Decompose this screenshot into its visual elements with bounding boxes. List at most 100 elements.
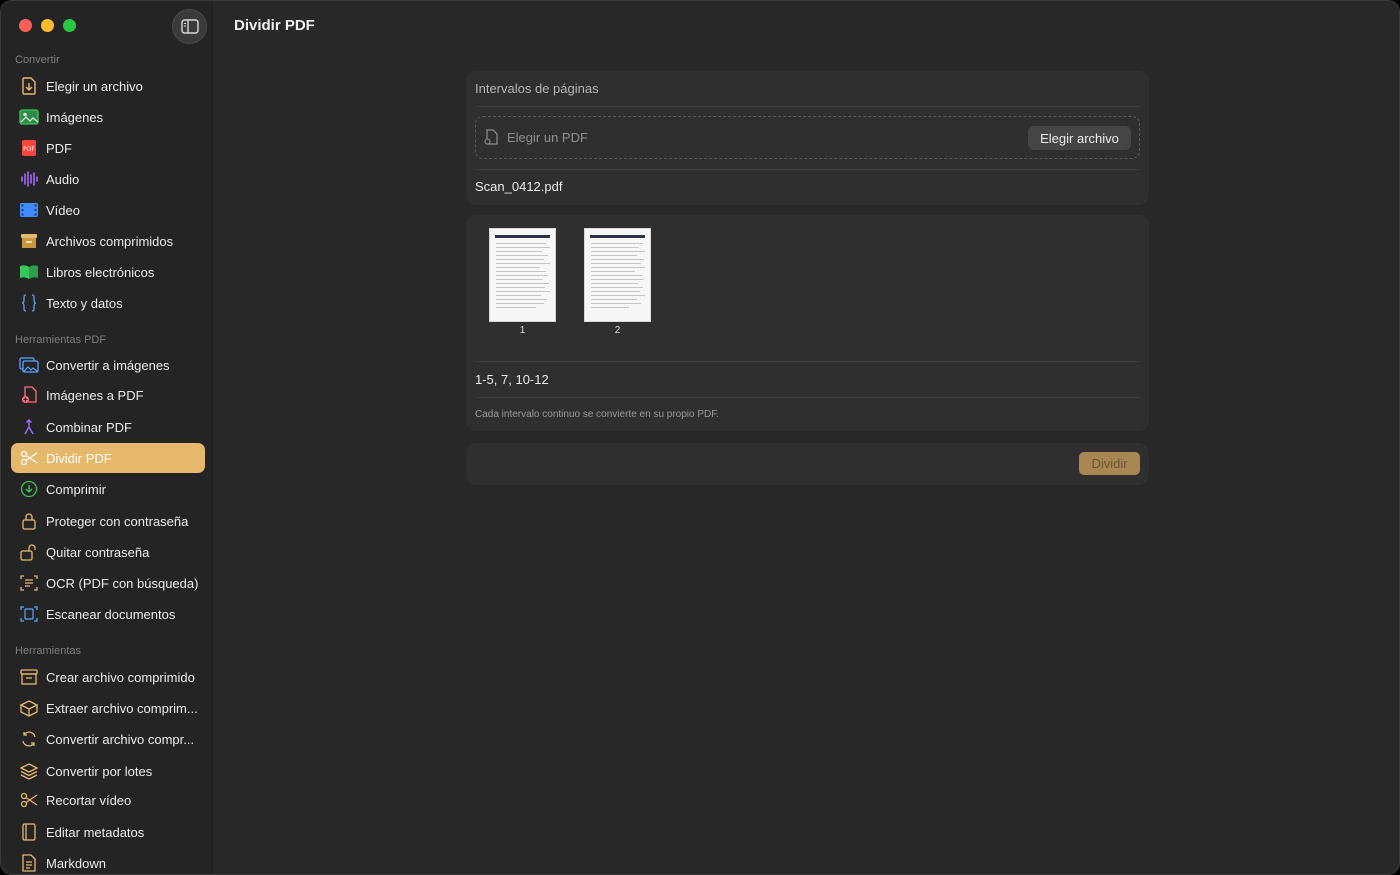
divider	[475, 361, 1140, 362]
window-controls	[19, 19, 76, 32]
sidebar-item-label: Markdown	[46, 855, 106, 871]
sidebar-item-label: Imágenes	[46, 109, 104, 125]
file-import-icon	[19, 76, 39, 96]
page-number: 2	[614, 325, 621, 336]
merge-icon	[19, 417, 39, 437]
sidebar-item-label: Crear archivo comprimido	[46, 669, 195, 685]
minimize-window-button[interactable]	[41, 19, 54, 32]
sidebar-item-convertir-lotes[interactable]: Convertir por lotes	[11, 756, 205, 786]
sidebar-item-dividir-pdf[interactable]: Dividir PDF	[11, 443, 205, 473]
sidebar-item-quitar-contrasena[interactable]: Quitar contraseña	[11, 537, 205, 567]
braces-icon	[19, 293, 39, 313]
text-line	[496, 243, 546, 244]
ranges-section-label: Intervalos de páginas	[475, 81, 599, 96]
pdf-dropzone[interactable]: Elegir un PDF Elegir archivo	[475, 116, 1140, 159]
sidebar-item-label: Quitar contraseña	[46, 544, 150, 560]
sidebar-item-escanear[interactable]: Escanear documentos	[11, 599, 205, 629]
split-button[interactable]: Dividir	[1079, 452, 1140, 475]
text-line	[591, 291, 640, 292]
app-window: Convertir Elegir un archivo Imágenes PDF…	[0, 0, 1400, 875]
text-line	[496, 299, 547, 300]
lock-icon	[19, 511, 39, 531]
text-line	[496, 303, 544, 304]
pages-card: 1 2 1-5, 7, 10-12 Cada intervalo continu	[466, 215, 1149, 431]
text-line	[591, 271, 635, 272]
file-card: Intervalos de páginas Elegir un PDF Eleg…	[466, 71, 1149, 205]
sidebar-item-label: Escanear documentos	[46, 606, 176, 622]
page-thumbnail[interactable]	[489, 228, 556, 322]
text-line	[496, 271, 546, 272]
photo-stack-icon	[19, 355, 39, 375]
divider	[475, 106, 1140, 107]
page-title: Dividir PDF	[234, 17, 315, 34]
sidebar-item-libros-electronicos[interactable]: Libros electrónicos	[11, 257, 205, 287]
sidebar-item-label: Libros electrónicos	[46, 264, 155, 280]
text-line	[496, 279, 543, 280]
text-line	[591, 255, 637, 256]
divider	[475, 169, 1140, 170]
sidebar-item-label: Imágenes a PDF	[46, 387, 144, 403]
book-icon	[19, 262, 39, 282]
close-window-button[interactable]	[19, 19, 32, 32]
sidebar-item-comprimir[interactable]: Comprimir	[11, 474, 205, 504]
unlock-icon	[19, 542, 39, 562]
book-closed-icon	[19, 822, 39, 842]
text-line	[496, 287, 545, 288]
sidebar-item-proteger[interactable]: Proteger con contraseña	[11, 506, 205, 536]
sidebar-item-label: Proteger con contraseña	[46, 513, 189, 529]
sidebar-item-ocr[interactable]: OCR (PDF con búsqueda)	[11, 568, 205, 598]
text-line	[496, 255, 548, 256]
text-line	[496, 291, 550, 292]
sidebar-item-label: Audio	[46, 171, 80, 187]
refresh-icon	[19, 729, 39, 749]
waveform-icon	[19, 169, 39, 189]
sidebar-item-label: Convertir por lotes	[46, 763, 153, 779]
page-header-line	[590, 235, 645, 238]
text-line	[591, 275, 642, 276]
dropzone-placeholder: Elegir un PDF	[507, 130, 588, 145]
sidebar-item-extraer-archivo[interactable]: Extraer archivo comprim...	[11, 693, 205, 723]
photo-icon	[19, 107, 39, 127]
zoom-window-button[interactable]	[63, 19, 76, 32]
sidebar-item-combinar-pdf[interactable]: Combinar PDF	[11, 412, 205, 442]
action-bar: Dividir	[466, 443, 1149, 485]
archive-box-icon	[19, 231, 39, 251]
choose-file-button[interactable]: Elegir archivo	[1028, 126, 1131, 150]
scissors-icon	[19, 790, 39, 810]
sidebar-item-texto-datos[interactable]: Texto y datos	[11, 288, 205, 318]
text-scan-icon	[19, 573, 39, 593]
text-line	[496, 267, 540, 268]
page-ranges-input[interactable]: 1-5, 7, 10-12	[475, 372, 549, 387]
page-thumbnail[interactable]	[584, 228, 651, 322]
text-line	[591, 287, 643, 288]
sidebar-item-elegir-archivo[interactable]: Elegir un archivo	[11, 71, 205, 101]
sidebar-item-convertir-a-imagenes[interactable]: Convertir a imágenes	[11, 350, 205, 380]
sidebar-item-imagenes[interactable]: Imágenes	[11, 102, 205, 132]
arrow-down-circle-icon	[19, 479, 39, 499]
sidebar-item-label: Recortar vídeo	[46, 792, 132, 808]
text-line	[591, 247, 639, 248]
text-line	[496, 295, 541, 296]
doc-text-icon	[19, 853, 39, 873]
text-line	[591, 307, 629, 308]
page-number: 1	[519, 325, 526, 336]
sidebar-toggle-button[interactable]	[172, 9, 207, 44]
sidebar-item-audio[interactable]: Audio	[11, 164, 205, 194]
sidebar-item-archivos-comprimidos[interactable]: Archivos comprimidos	[11, 226, 205, 256]
sidebar-item-video[interactable]: Vídeo	[11, 195, 205, 225]
sidebar-item-label: OCR (PDF con búsqueda)	[46, 575, 199, 591]
pdf-icon: PDF	[19, 138, 39, 158]
sidebar-item-convertir-archivo[interactable]: Convertir archivo compr...	[11, 724, 205, 754]
text-line	[591, 251, 645, 252]
sidebar-item-recortar-video[interactable]: Recortar vídeo	[11, 785, 205, 815]
sidebar-item-pdf[interactable]: PDF PDF	[11, 133, 205, 163]
text-line	[496, 251, 542, 252]
sidebar-item-editar-metadatos[interactable]: Editar metadatos	[11, 817, 205, 847]
text-line	[591, 263, 641, 264]
text-line	[591, 259, 644, 260]
text-line	[591, 267, 645, 268]
sidebar-item-imagenes-a-pdf[interactable]: Imágenes a PDF	[11, 380, 205, 410]
sidebar-item-label: Elegir un archivo	[46, 78, 143, 94]
sidebar-item-crear-archivo[interactable]: Crear archivo comprimido	[11, 662, 205, 692]
sidebar-item-markdown[interactable]: Markdown	[11, 848, 205, 874]
